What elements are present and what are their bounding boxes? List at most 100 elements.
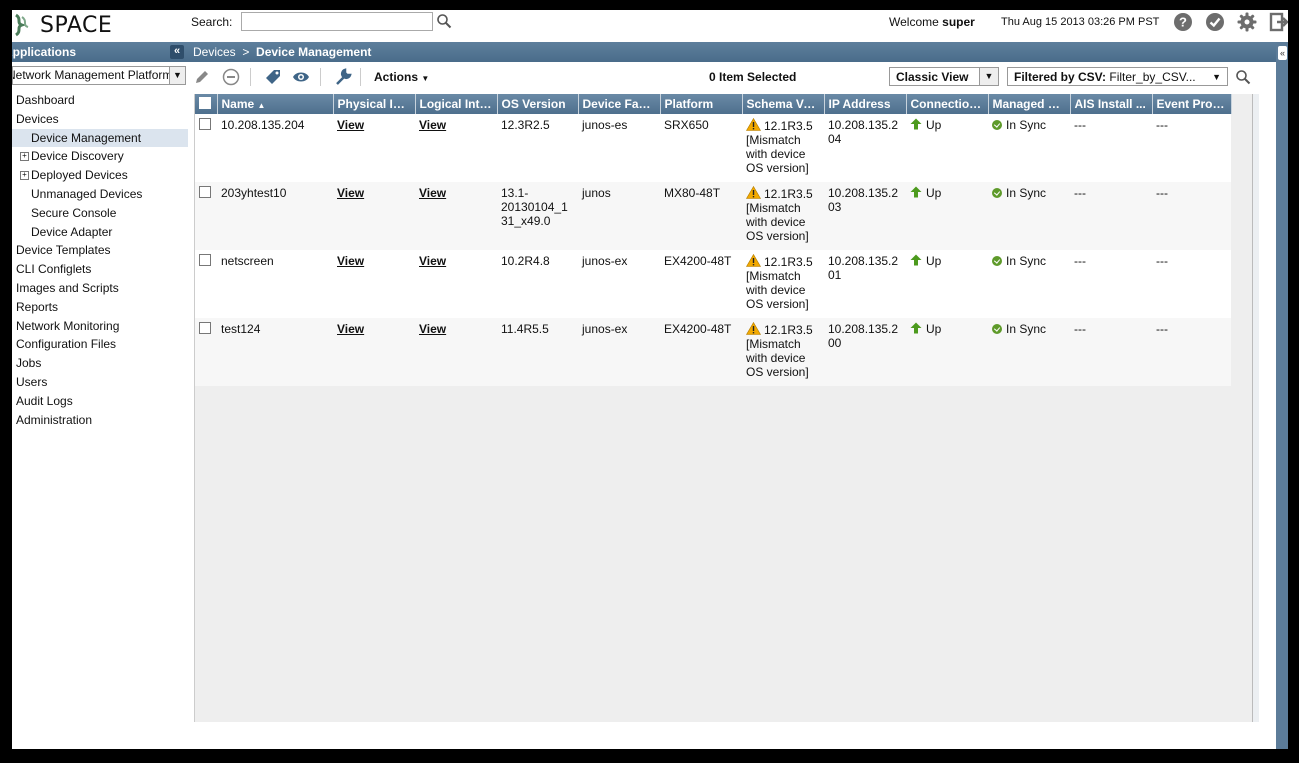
row-checkbox[interactable] <box>199 118 211 130</box>
warning-icon <box>746 186 761 199</box>
column-header-platform[interactable]: Platform <box>660 94 743 114</box>
row-select-cell[interactable] <box>195 182 217 250</box>
select-all-checkbox[interactable] <box>199 96 211 109</box>
expand-icon[interactable]: + <box>20 151 29 161</box>
cell-event-profile: --- <box>1152 114 1231 182</box>
global-search-input[interactable] <box>241 12 433 31</box>
nav-item-device-discovery[interactable]: + Device Discovery <box>12 147 188 166</box>
nav-item-reports[interactable]: Reports <box>12 298 188 317</box>
delete-icon[interactable] <box>222 68 240 86</box>
table-row[interactable]: netscreen View View 10.2R4.8 junos-ex EX4200-… <box>195 250 1231 318</box>
connection-status-text: Up <box>926 322 942 336</box>
row-checkbox[interactable] <box>199 254 211 266</box>
logout-icon[interactable] <box>1269 12 1288 32</box>
connection-status-text: Up <box>926 254 942 268</box>
view-physical-interfaces-link[interactable]: View <box>337 118 364 132</box>
selection-count: 0 Item Selected <box>709 70 797 84</box>
tag-icon[interactable] <box>264 68 282 86</box>
nav-item-jobs[interactable]: Jobs <box>12 354 188 373</box>
welcome-message: Welcome super <box>889 15 975 29</box>
nav-item-network-monitoring[interactable]: Network Monitoring <box>12 317 188 336</box>
app-logo: SPACE <box>12 12 112 38</box>
column-header-os-version[interactable]: OS Version <box>497 94 579 114</box>
right-panel-splitter[interactable] <box>1252 94 1259 722</box>
view-logical-interfaces-link[interactable]: View <box>419 186 446 200</box>
nav-item-images-and-scripts[interactable]: Images and Scripts <box>12 279 188 298</box>
search-icon[interactable] <box>436 13 452 29</box>
nav-item-users[interactable]: Users <box>12 373 188 392</box>
column-header-name[interactable]: Name ▲ <box>217 94 334 114</box>
nav-item-device-templates[interactable]: Device Templates <box>12 241 188 260</box>
view-physical-interfaces-link[interactable]: View <box>337 254 364 268</box>
column-header-event-profile[interactable]: Event Profile <box>1152 94 1232 114</box>
view-select[interactable]: Classic View ▼ <box>889 67 999 86</box>
nav-item-configuration-files[interactable]: Configuration Files <box>12 335 188 354</box>
collapse-panel-button[interactable]: « <box>170 45 184 59</box>
nav-item-dashboard[interactable]: Dashboard <box>12 91 188 110</box>
nav-item-device-adapter[interactable]: Device Adapter <box>12 223 188 242</box>
nav-item-devices[interactable]: Devices <box>12 110 188 129</box>
wrench-icon[interactable] <box>334 68 352 86</box>
nav-item-device-management[interactable]: Device Management <box>12 128 188 148</box>
select-all-header[interactable] <box>195 94 218 114</box>
chevron-down-icon[interactable]: ▼ <box>169 67 185 84</box>
actions-menu[interactable]: Actions ▼ <box>374 70 429 84</box>
table-row[interactable]: 10.208.135.204 View View 12.3R2.5 junos-es SR… <box>195 114 1231 182</box>
check-icon[interactable] <box>1205 12 1225 32</box>
cell-os-version: 12.3R2.5 <box>497 114 578 182</box>
nav-item-cli-configlets[interactable]: CLI Configlets <box>12 260 188 279</box>
column-header-physical-interfaces[interactable]: Physical Int... <box>333 94 416 114</box>
nav-item-audit-logs[interactable]: Audit Logs <box>12 392 188 411</box>
status-up-icon <box>910 118 922 130</box>
expand-icon[interactable]: + <box>20 170 29 180</box>
nav-item-secure-console[interactable]: Secure Console <box>12 204 188 223</box>
cell-event-profile: --- <box>1152 182 1231 250</box>
breadcrumb-current: Device Management <box>256 45 372 59</box>
column-header-ais-install[interactable]: AIS Install ... <box>1070 94 1153 114</box>
nav-item-unmanaged-devices[interactable]: Unmanaged Devices <box>12 185 188 204</box>
expand-right-panel-icon[interactable]: « <box>1278 46 1287 60</box>
row-checkbox[interactable] <box>199 186 211 198</box>
status-up-icon <box>910 254 922 266</box>
column-header-logical-interfaces[interactable]: Logical Inte... <box>415 94 498 114</box>
application-select[interactable]: Network Management Platform ▼ <box>12 66 186 85</box>
view-logical-interfaces-link[interactable]: View <box>419 322 446 336</box>
view-icon[interactable] <box>292 68 310 86</box>
column-header-label: Name <box>221 97 255 111</box>
edit-icon[interactable] <box>193 68 211 86</box>
breadcrumb-devices[interactable]: Devices <box>193 45 236 59</box>
cell-schema-version: 12.1R3.5 [Mismatch with device OS versio… <box>742 182 824 250</box>
view-physical-interfaces-link[interactable]: View <box>337 322 364 336</box>
help-icon[interactable]: ? <box>1173 12 1193 32</box>
status-up-icon <box>910 186 922 198</box>
cell-managed-status: In Sync <box>988 250 1070 318</box>
cell-os-version: 11.4R5.5 <box>497 318 578 386</box>
table-row[interactable]: test124 View View 11.4R5.5 junos-ex EX4200-48… <box>195 318 1231 386</box>
view-physical-interfaces-link[interactable]: View <box>337 186 364 200</box>
table-row[interactable]: 203yhtest10 View View 13.1-20130104_131_x49… <box>195 182 1231 250</box>
chevron-down-icon[interactable]: ▼ <box>979 68 998 85</box>
row-select-cell[interactable] <box>195 318 217 386</box>
nav-item-label: Administration <box>16 412 93 427</box>
column-header-schema-version[interactable]: Schema Ve... <box>742 94 825 114</box>
grid-body: 10.208.135.204 View View 12.3R2.5 junos-es SR… <box>195 114 1231 386</box>
csv-filter-select[interactable]: Filtered by CSV: Filter_by_CSV... ▼ <box>1007 67 1228 86</box>
view-logical-interfaces-link[interactable]: View <box>419 254 446 268</box>
row-select-cell[interactable] <box>195 114 217 182</box>
caret-down-icon[interactable]: ▼ <box>1212 68 1221 85</box>
filter-label: Filtered by CSV: <box>1014 70 1107 84</box>
gear-icon[interactable] <box>1237 12 1257 32</box>
column-header-managed-status[interactable]: Managed S... <box>988 94 1071 114</box>
view-logical-interfaces-link[interactable]: View <box>419 118 446 132</box>
cell-ais-install: --- <box>1070 182 1152 250</box>
column-header-ip-address[interactable]: IP Address <box>824 94 907 114</box>
nav-item-administration[interactable]: Administration <box>12 411 188 430</box>
nav-item-deployed-devices[interactable]: + Deployed Devices <box>12 166 188 185</box>
column-header-device-family[interactable]: Device Family <box>578 94 661 114</box>
row-checkbox[interactable] <box>199 322 211 334</box>
column-header-connection[interactable]: Connection... <box>906 94 989 114</box>
nav-item-label: Images and Scripts <box>16 280 119 295</box>
row-select-cell[interactable] <box>195 250 217 318</box>
cell-ip-address: 10.208.135.203 <box>824 182 906 250</box>
filter-search-icon[interactable] <box>1235 69 1251 85</box>
